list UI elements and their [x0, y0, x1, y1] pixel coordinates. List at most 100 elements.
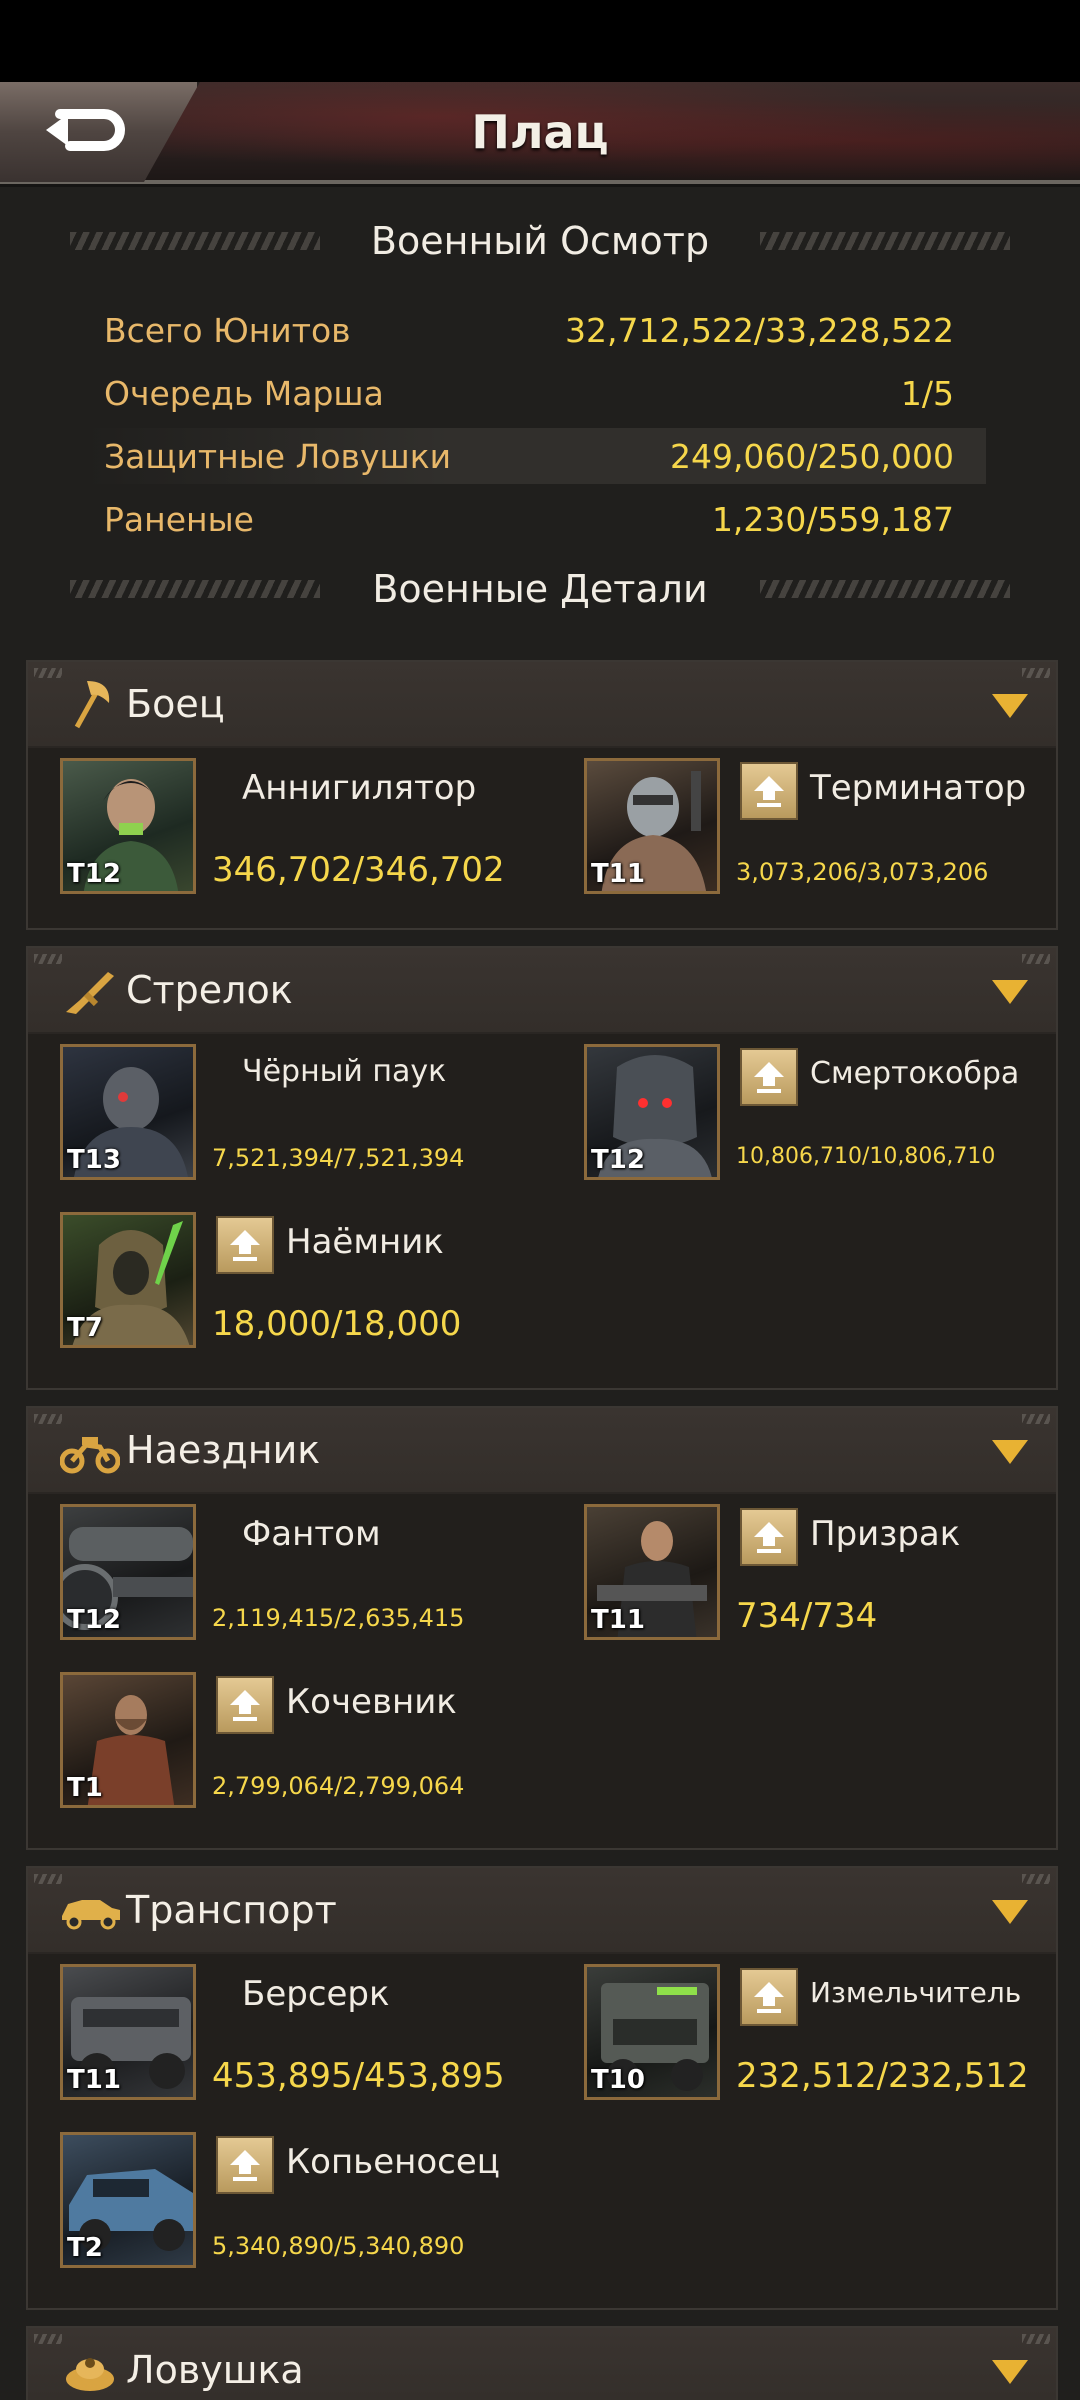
- upgrade-arrow-icon: [754, 1982, 784, 2013]
- stat-label: Раненые: [104, 499, 254, 539]
- unit-name: Аннигилятор: [242, 768, 477, 808]
- unit-portrait: T12: [584, 1044, 720, 1180]
- category-title: Наездник: [126, 1428, 321, 1472]
- unit-card[interactable]: T11 Призрак 734/734: [584, 1504, 1080, 1644]
- unit-portrait: T12: [60, 758, 196, 894]
- tier-badge: T7: [67, 1313, 103, 1343]
- chevron-down-icon[interactable]: [992, 980, 1028, 1004]
- rifle-icon: [58, 958, 122, 1022]
- unit-card[interactable]: T10 Измельчитель 232,512/232,512: [584, 1964, 1080, 2104]
- unit-card[interactable]: T1 Кочевник 2,799,064/2,799,064: [60, 1672, 560, 1812]
- tier-badge: T2: [67, 2233, 103, 2263]
- category-title: Боец: [126, 682, 225, 726]
- stat-row-march-queue: Очередь Марша 1/5: [86, 365, 986, 421]
- unit-name: Смертокобра: [810, 1056, 1020, 1091]
- category-header-transport[interactable]: Транспорт: [28, 1868, 1056, 1954]
- car-icon: [58, 1878, 122, 1942]
- chevron-down-icon[interactable]: [992, 1440, 1028, 1464]
- stat-row-traps: Защитные Ловушки 249,060/250,000: [86, 428, 986, 484]
- unit-card[interactable]: T12 Фантом 2,119,415/2,635,415: [60, 1504, 560, 1644]
- unit-portrait: T11: [60, 1964, 196, 2100]
- unit-count: 232,512/232,512: [736, 2056, 1029, 2096]
- unit-card[interactable]: T7 Наёмник 18,000/18,000: [60, 1212, 560, 1352]
- upgrade-button[interactable]: [216, 2136, 274, 2194]
- category-header-fighter[interactable]: Боец: [28, 662, 1056, 748]
- tier-badge: T11: [67, 2065, 121, 2095]
- upgrade-button[interactable]: [216, 1216, 274, 1274]
- header-bar: Плац: [0, 82, 1080, 184]
- category-header-trap[interactable]: Ловушка: [28, 2328, 1056, 2400]
- unit-count: 3,073,206/3,073,206: [736, 858, 989, 886]
- unit-name: Терминатор: [810, 768, 1027, 808]
- stat-row-wounded: Раненые 1,230/559,187: [86, 491, 986, 547]
- status-bar: [0, 0, 1080, 82]
- unit-count: 2,799,064/2,799,064: [212, 1772, 465, 1800]
- category-card-fighter: Боец T12 Аннигилятор 346,702/346,702 T11…: [26, 660, 1058, 930]
- upgrade-button[interactable]: [740, 762, 798, 820]
- tier-badge: T13: [67, 1145, 121, 1175]
- unit-portrait: T13: [60, 1044, 196, 1180]
- upgrade-arrow-icon: [230, 1690, 260, 1721]
- unit-count: 7,521,394/7,521,394: [212, 1144, 465, 1172]
- chevron-down-icon[interactable]: [992, 1900, 1028, 1924]
- upgrade-button[interactable]: [740, 1048, 798, 1106]
- upgrade-button[interactable]: [216, 1676, 274, 1734]
- unit-card[interactable]: T13 Чёрный паук 7,521,394/7,521,394: [60, 1044, 560, 1184]
- upgrade-arrow-icon: [754, 776, 784, 807]
- unit-portrait: T11: [584, 1504, 720, 1640]
- category-card-trap: Ловушка: [26, 2326, 1058, 2400]
- chevron-down-icon[interactable]: [992, 694, 1028, 718]
- category-header-rider[interactable]: Наездник: [28, 1408, 1056, 1494]
- unit-name: Наёмник: [286, 1222, 444, 1262]
- chevron-down-icon[interactable]: [992, 2360, 1028, 2384]
- tier-badge: T11: [591, 1605, 645, 1635]
- details-title: Военные Детали: [354, 567, 726, 611]
- unit-portrait: T12: [60, 1504, 196, 1640]
- unit-name: Призрак: [810, 1514, 961, 1554]
- category-card-shooter: Стрелок T13 Чёрный паук 7,521,394/7,521,…: [26, 946, 1058, 1390]
- unit-portrait: T1: [60, 1672, 196, 1808]
- motorcycle-icon: [58, 1418, 122, 1482]
- unit-card[interactable]: T2 Копьеносец 5,340,890/5,340,890: [60, 2132, 560, 2272]
- stat-value: 249,060/250,000: [669, 436, 954, 476]
- unit-name: Копьеносец: [286, 2142, 500, 2182]
- unit-portrait: T11: [584, 758, 720, 894]
- unit-name: Кочевник: [286, 1682, 457, 1722]
- stat-label: Защитные Ловушки: [104, 436, 452, 476]
- details-banner: Военные Детали: [70, 564, 1010, 614]
- page-title: Плац: [471, 105, 609, 159]
- stat-row-total-units: Всего Юнитов 32,712,522/33,228,522: [86, 302, 986, 358]
- upgrade-arrow-icon: [230, 1230, 260, 1261]
- category-title: Ловушка: [126, 2348, 304, 2392]
- unit-portrait: T7: [60, 1212, 196, 1348]
- unit-name: Измельчитель: [810, 1976, 1022, 2009]
- stat-value: 1/5: [900, 373, 954, 413]
- tier-badge: T12: [591, 1145, 645, 1175]
- unit-portrait: T2: [60, 2132, 196, 2268]
- category-header-shooter[interactable]: Стрелок: [28, 948, 1056, 1034]
- stat-label: Всего Юнитов: [104, 310, 351, 350]
- upgrade-arrow-icon: [754, 1522, 784, 1553]
- unit-card[interactable]: T11 Берсерк 453,895/453,895: [60, 1964, 560, 2104]
- category-title: Транспорт: [126, 1888, 337, 1932]
- tier-badge: T1: [67, 1773, 103, 1803]
- unit-count: 10,806,710/10,806,710: [736, 1144, 996, 1169]
- upgrade-button[interactable]: [740, 1508, 798, 1566]
- unit-card[interactable]: T12 Смертокобра 10,806,710/10,806,710: [584, 1044, 1080, 1184]
- upgrade-button[interactable]: [740, 1968, 798, 2026]
- unit-count: 453,895/453,895: [212, 2056, 505, 2096]
- overview-banner: Военный Осмотр: [70, 216, 1010, 266]
- tier-badge: T12: [67, 859, 121, 889]
- unit-name: Чёрный паук: [242, 1054, 447, 1089]
- overview-title: Военный Осмотр: [352, 219, 728, 263]
- category-title: Стрелок: [126, 968, 293, 1012]
- mine-icon: [58, 2338, 122, 2400]
- unit-card[interactable]: T12 Аннигилятор 346,702/346,702: [60, 758, 560, 898]
- stat-value: 1,230/559,187: [711, 499, 954, 539]
- category-card-rider: Наездник T12 Фантом 2,119,415/2,635,415 …: [26, 1406, 1058, 1850]
- tier-badge: T12: [67, 1605, 121, 1635]
- unit-portrait: T10: [584, 1964, 720, 2100]
- stat-value: 32,712,522/33,228,522: [564, 310, 954, 350]
- unit-count: 346,702/346,702: [212, 850, 505, 890]
- unit-card[interactable]: T11 Терминатор 3,073,206/3,073,206: [584, 758, 1080, 898]
